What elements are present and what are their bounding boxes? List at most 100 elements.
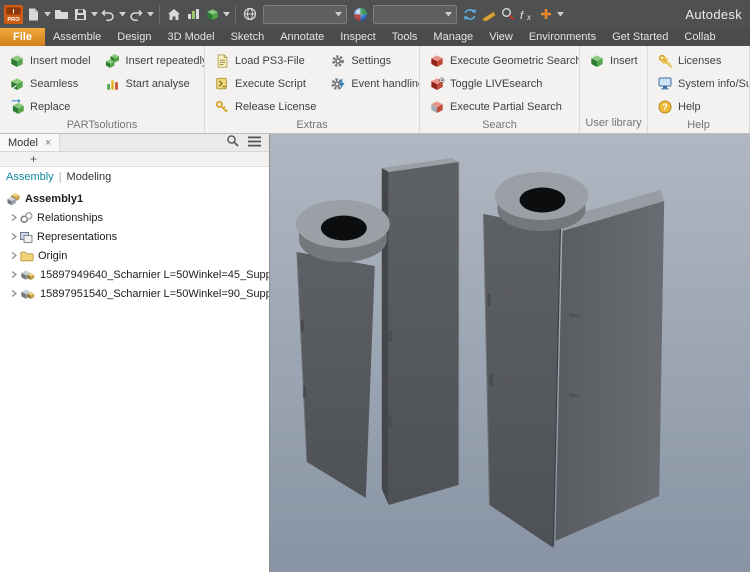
cube-caret-icon[interactable] bbox=[222, 2, 230, 26]
redo-caret-icon[interactable] bbox=[146, 2, 154, 26]
save-icon[interactable] bbox=[71, 2, 89, 26]
system-info-button[interactable]: System info/Sup... bbox=[654, 72, 750, 95]
new-file-caret-icon[interactable] bbox=[43, 2, 51, 26]
user-library-insert-button[interactable]: Insert bbox=[586, 49, 641, 72]
add-tab-button[interactable]: + bbox=[30, 153, 37, 165]
replace-button[interactable]: Replace bbox=[6, 95, 94, 118]
licenses-button[interactable]: Licenses bbox=[654, 49, 750, 72]
chevron-right-icon[interactable] bbox=[7, 232, 20, 241]
tree-item-relationships[interactable]: Relationships bbox=[0, 208, 269, 227]
tree-item-part-2[interactable]: 15897951540_Scharnier L=50Winkel=90_Supp… bbox=[0, 284, 269, 303]
quick-access-toolbar: IPROfx Autodesk bbox=[0, 0, 750, 28]
browser-panel: Model × + Assembly | Modeling Assembly1 bbox=[0, 134, 270, 572]
replace-label: Replace bbox=[30, 101, 70, 113]
home-icon[interactable] bbox=[165, 2, 183, 26]
tree-label-assembly1: Assembly1 bbox=[25, 193, 83, 205]
menu-hamburger-icon[interactable] bbox=[248, 134, 261, 152]
tree-item-assembly1[interactable]: Assembly1 bbox=[0, 189, 269, 208]
insert-repeatedly-button[interactable]: Insert repeatedly bbox=[102, 49, 205, 72]
tab-collaborate[interactable]: Collab bbox=[676, 28, 723, 46]
subnav-modeling[interactable]: Modeling bbox=[67, 171, 112, 183]
chevron-right-icon[interactable] bbox=[7, 270, 20, 279]
execute-geometric-search-button[interactable]: Execute Geometric Search bbox=[426, 49, 580, 72]
load-ps3-file-label: Load PS3-File bbox=[235, 55, 305, 67]
seamless-icon bbox=[9, 76, 25, 92]
start-analyse-label: Start analyse bbox=[126, 78, 190, 90]
undo-icon[interactable] bbox=[99, 2, 117, 26]
insert-model-label: Insert model bbox=[30, 55, 91, 67]
browser-header-icons bbox=[226, 134, 269, 151]
search-icon[interactable] bbox=[226, 134, 239, 152]
execute-script-label: Execute Script bbox=[235, 78, 306, 90]
plus-caret-icon[interactable] bbox=[556, 2, 564, 26]
svg-text:x: x bbox=[526, 13, 532, 21]
viewport[interactable] bbox=[270, 134, 750, 572]
model-tab[interactable]: Model × bbox=[0, 134, 60, 151]
event-handling-button[interactable]: Event handling bbox=[327, 72, 420, 95]
add-plus-icon[interactable] bbox=[537, 2, 555, 26]
appearance-sphere-icon[interactable] bbox=[351, 2, 369, 26]
release-license-button[interactable]: Release License bbox=[211, 95, 319, 118]
browser-subnav: Assembly | Modeling bbox=[0, 167, 269, 186]
load-ps3-file-button[interactable]: Load PS3-File bbox=[211, 49, 319, 72]
partial-search-icon bbox=[429, 99, 445, 115]
start-analyse-button[interactable]: Start analyse bbox=[102, 72, 205, 95]
insert-cube-icon[interactable] bbox=[203, 2, 221, 26]
drawing-chart-icon[interactable] bbox=[184, 2, 202, 26]
settings-button[interactable]: Settings bbox=[327, 49, 420, 72]
redo-icon[interactable] bbox=[127, 2, 145, 26]
insert-model-button[interactable]: Insert model bbox=[6, 49, 94, 72]
tab-tools[interactable]: Tools bbox=[384, 28, 426, 46]
release-license-label: Release License bbox=[235, 101, 316, 113]
tree-label-representations: Representations bbox=[37, 231, 117, 243]
search-red-icon[interactable] bbox=[499, 2, 517, 26]
tab-get-started[interactable]: Get Started bbox=[604, 28, 676, 46]
execute-partial-search-button[interactable]: Execute Partial Search bbox=[426, 95, 580, 118]
execute-partial-search-label: Execute Partial Search bbox=[450, 101, 562, 113]
qat-items: IPRO fx bbox=[4, 2, 564, 26]
origin-folder-icon bbox=[20, 248, 34, 263]
tab-sketch[interactable]: Sketch bbox=[223, 28, 273, 46]
subnav-assembly[interactable]: Assembly bbox=[6, 171, 54, 183]
fx-icon[interactable]: fx bbox=[518, 2, 536, 26]
tab-view[interactable]: View bbox=[481, 28, 521, 46]
tab-3d-model[interactable]: 3D Model bbox=[160, 28, 223, 46]
help-button[interactable]: ? Help bbox=[654, 95, 750, 118]
toggle-livesearch-label: Toggle LIVEsearch bbox=[450, 78, 542, 90]
save-caret-icon[interactable] bbox=[90, 2, 98, 26]
viewport-canvas[interactable] bbox=[270, 134, 750, 572]
group-label-user-library: User library bbox=[580, 116, 647, 133]
tab-design[interactable]: Design bbox=[109, 28, 159, 46]
measure-icon[interactable] bbox=[480, 2, 498, 26]
tab-annotate[interactable]: Annotate bbox=[272, 28, 332, 46]
chevron-right-icon[interactable] bbox=[7, 289, 20, 298]
tab-inspect[interactable]: Inspect bbox=[332, 28, 383, 46]
globe-icon[interactable] bbox=[241, 2, 259, 26]
sync-icon[interactable] bbox=[461, 2, 479, 26]
tab-manage[interactable]: Manage bbox=[425, 28, 481, 46]
chevron-right-icon[interactable] bbox=[7, 251, 20, 260]
seamless-button[interactable]: Seamless bbox=[6, 72, 94, 95]
help-label: Help bbox=[678, 101, 701, 113]
tab-assemble[interactable]: Assemble bbox=[45, 28, 109, 46]
open-folder-icon[interactable] bbox=[52, 2, 70, 26]
tree-item-representations[interactable]: Representations bbox=[0, 227, 269, 246]
new-file-icon[interactable] bbox=[24, 2, 42, 26]
undo-caret-icon[interactable] bbox=[118, 2, 126, 26]
geometric-search-icon bbox=[429, 53, 445, 69]
tab-environments[interactable]: Environments bbox=[521, 28, 604, 46]
tab-file[interactable]: File bbox=[0, 28, 45, 46]
tree-item-origin[interactable]: Origin bbox=[0, 246, 269, 265]
execute-script-button[interactable]: Execute Script bbox=[211, 72, 319, 95]
user-library-insert-icon bbox=[589, 53, 605, 69]
close-icon[interactable]: × bbox=[45, 137, 51, 149]
material-dropdown[interactable] bbox=[263, 5, 347, 24]
model-tab-label: Model bbox=[8, 137, 38, 149]
hinge-part-right[interactable] bbox=[484, 172, 665, 548]
chevron-right-icon[interactable] bbox=[7, 213, 20, 222]
tree-item-part-1[interactable]: 15897949640_Scharnier L=50Winkel=45_Supp… bbox=[0, 265, 269, 284]
help-icon: ? bbox=[657, 99, 673, 115]
appearance-dropdown[interactable] bbox=[373, 5, 457, 24]
toggle-livesearch-button[interactable]: Toggle LIVEsearch bbox=[426, 72, 580, 95]
app-logo-icon[interactable]: IPRO bbox=[4, 2, 23, 26]
